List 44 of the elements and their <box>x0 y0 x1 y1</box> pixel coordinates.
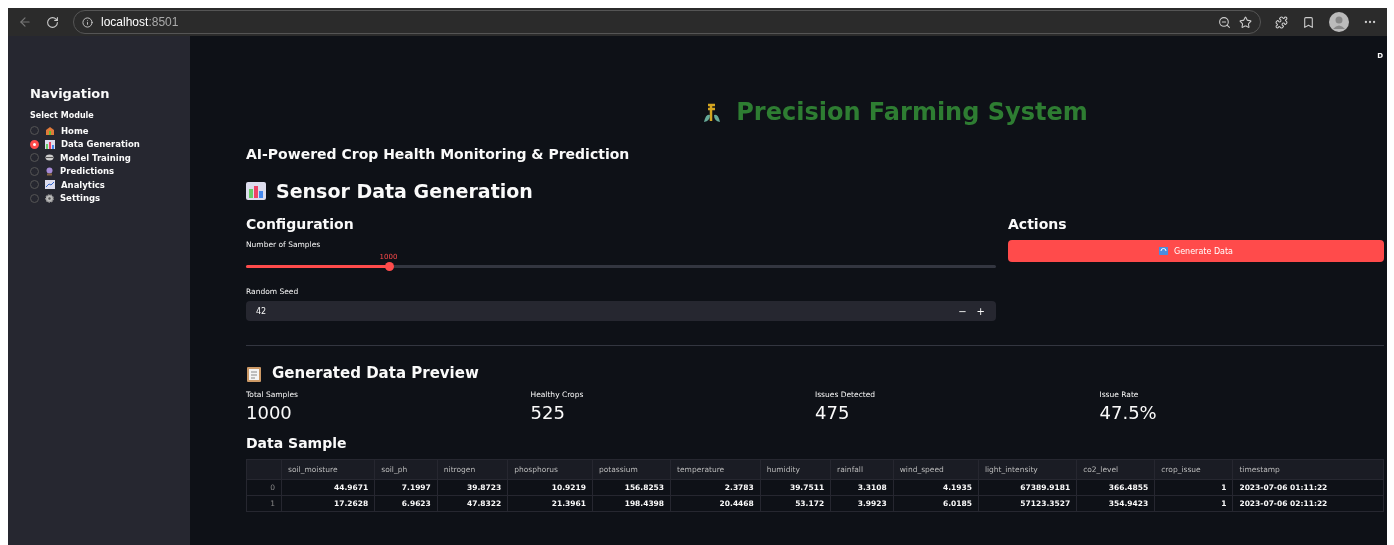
metric-value: 1000 <box>246 402 293 423</box>
table-heading: Data Sample <box>246 435 348 451</box>
subtitle: AI-Powered Crop Health Monitoring & Prediction <box>246 146 631 162</box>
nav-option-label[interactable]: Home <box>61 125 89 136</box>
line-chart-icon <box>45 180 55 190</box>
avatar-icon[interactable] <box>1329 12 1349 32</box>
app-title: Precision Farming System <box>736 98 1088 126</box>
increment-button[interactable]: + <box>971 305 990 317</box>
wheat-icon <box>702 101 723 123</box>
nav-option-label[interactable]: Data Generation <box>61 139 140 150</box>
crystal-ball-icon <box>45 166 54 176</box>
metric-value: 525 <box>530 402 566 423</box>
configuration-heading: Configuration <box>246 216 355 232</box>
decrement-button[interactable]: − <box>953 305 972 317</box>
nav-option-label[interactable]: Model Training <box>60 152 131 163</box>
house-icon <box>45 126 55 136</box>
favorites-icon[interactable] <box>1302 15 1315 29</box>
radio-group-label: Select Module <box>30 111 95 120</box>
nav-option-label[interactable]: Predictions <box>60 166 115 177</box>
sidebar-title: Navigation <box>30 86 111 101</box>
brain-icon <box>45 154 54 162</box>
info-icon[interactable] <box>82 16 93 28</box>
bar-chart-icon <box>246 182 266 200</box>
slider-track[interactable] <box>246 265 996 268</box>
metric-value: 47.5% <box>1099 402 1158 423</box>
actions-heading: Actions <box>1008 216 1068 232</box>
zoom-out-icon[interactable] <box>1218 15 1231 29</box>
radio-button[interactable] <box>30 139 39 149</box>
slider-thumb[interactable] <box>384 262 394 271</box>
number-input[interactable]: 42 − + <box>246 301 996 321</box>
refresh-icon <box>1159 247 1168 255</box>
metric-value: 475 <box>815 402 851 423</box>
url-text: localhost:8501 <box>101 15 179 29</box>
bar-chart-icon <box>45 139 55 149</box>
preview-heading: Generated Data Preview <box>272 364 479 382</box>
extensions-icon[interactable] <box>1275 15 1288 29</box>
reload-icon[interactable] <box>46 15 59 29</box>
nav-option-label[interactable]: Analytics <box>61 179 105 190</box>
clipboard-icon <box>246 364 262 382</box>
back-icon[interactable] <box>18 15 32 29</box>
section-title: Sensor Data Generation <box>276 180 533 202</box>
nav-option-label[interactable]: Settings <box>60 193 101 204</box>
star-icon[interactable] <box>1239 15 1252 29</box>
gear-icon <box>45 193 54 203</box>
